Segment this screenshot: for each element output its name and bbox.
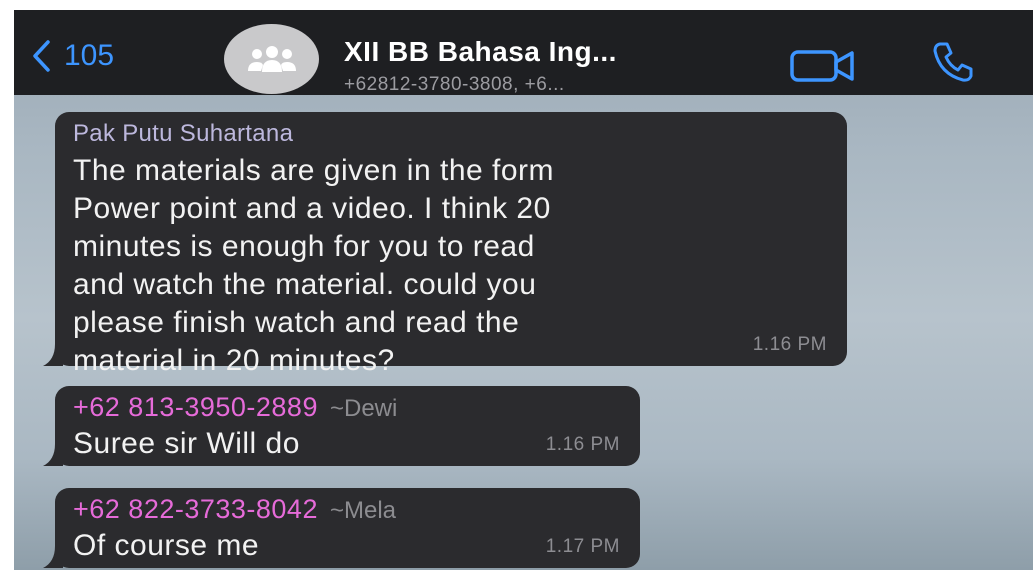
message-line: The materials are given in the form (73, 154, 555, 187)
message-text: Suree sir Will do (73, 425, 622, 463)
message-line: Suree sir Will do (73, 427, 300, 460)
message-bubble[interactable]: Pak Putu Suhartana The materials are giv… (43, 112, 847, 377)
back-button[interactable]: 105 (30, 36, 114, 76)
sender-nickname: ~Dewi (329, 395, 398, 422)
message-text: Of course me (73, 527, 622, 565)
message-time: 1.17 PM (545, 536, 620, 557)
message-line: Power point and a video. I think 20 (73, 192, 551, 225)
bubble-tail (43, 546, 63, 568)
message-time: 1.16 PM (752, 334, 827, 355)
sender-name[interactable]: Pak Putu Suhartana (73, 120, 829, 148)
message-bubble[interactable]: +62 813-3950-2889 ~Dewi Suree sir Will do… (43, 386, 640, 466)
unread-count: 105 (64, 39, 115, 72)
message-line: and watch the material. could you (73, 268, 537, 301)
message-line: please finish watch and read the (73, 306, 520, 339)
chevron-left-icon (33, 40, 50, 72)
chat-header: 105 XII BB Bahasa Ing... +62812-3780-380… (14, 10, 1033, 95)
group-icon (247, 46, 296, 72)
video-camera-icon[interactable] (789, 46, 859, 86)
message-time: 1.16 PM (545, 434, 620, 455)
bubble-tail (43, 344, 63, 366)
phone-icon[interactable] (931, 40, 975, 84)
message-bubble[interactable]: +62 822-3733-8042 ~Mela Of course me 1.17… (43, 488, 640, 568)
sender-phone[interactable]: +62 813-3950-2889 (73, 392, 318, 422)
sender-nickname: ~Mela (329, 497, 397, 524)
message-text: The materials are given in the form Powe… (73, 152, 829, 380)
bubble-tail (43, 444, 63, 466)
message-line: material in 20 minutes? (73, 344, 395, 377)
chat-participants[interactable]: +62812-3780-3808, +6... (344, 74, 565, 96)
message-line: minutes is enough for you to read (73, 230, 535, 263)
sender-phone[interactable]: +62 822-3733-8042 (73, 494, 318, 524)
chat-title[interactable]: XII BB Bahasa Ing... (344, 36, 617, 68)
message-line: Of course me (73, 529, 260, 562)
group-avatar[interactable] (224, 24, 319, 94)
chat-screen: 105 XII BB Bahasa Ing... +62812-3780-380… (14, 10, 1033, 570)
